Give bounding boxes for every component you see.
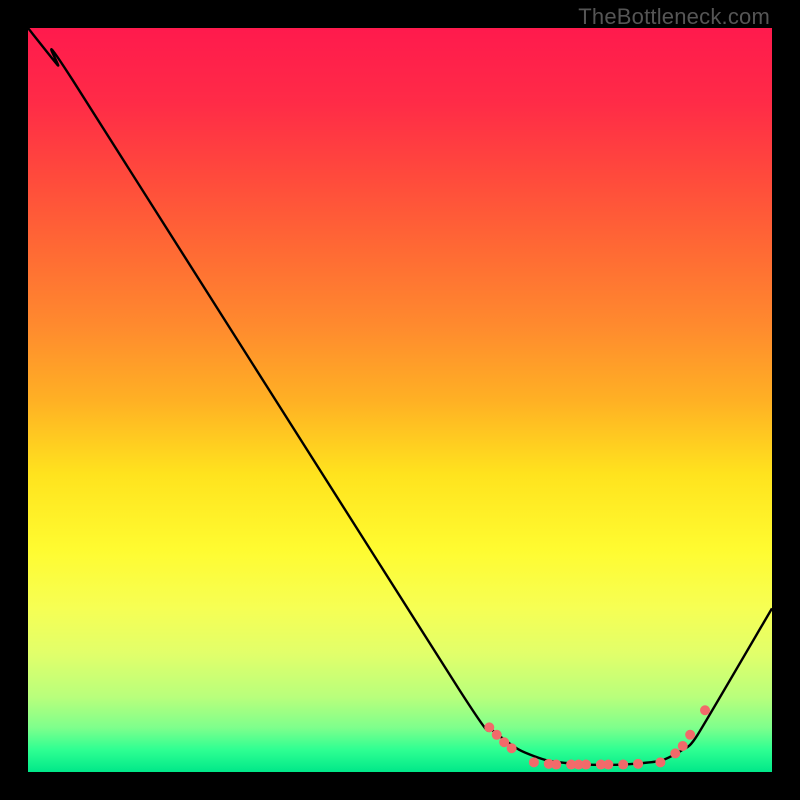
marker-dot — [670, 748, 680, 758]
gradient-background — [28, 28, 772, 772]
marker-dot — [678, 741, 688, 751]
marker-dot — [492, 730, 502, 740]
marker-dot — [581, 760, 591, 770]
marker-dot — [633, 759, 643, 769]
chart-canvas — [28, 28, 772, 772]
marker-dot — [618, 760, 628, 770]
marker-dot — [603, 760, 613, 770]
chart-frame: TheBottleneck.com — [0, 0, 800, 800]
watermark-text: TheBottleneck.com — [578, 4, 770, 30]
marker-dot — [507, 743, 517, 753]
marker-dot — [685, 730, 695, 740]
plot-area — [28, 28, 772, 772]
marker-dot — [529, 757, 539, 767]
marker-dot — [655, 757, 665, 767]
marker-dot — [484, 722, 494, 732]
marker-dot — [551, 760, 561, 770]
marker-dot — [700, 705, 710, 715]
